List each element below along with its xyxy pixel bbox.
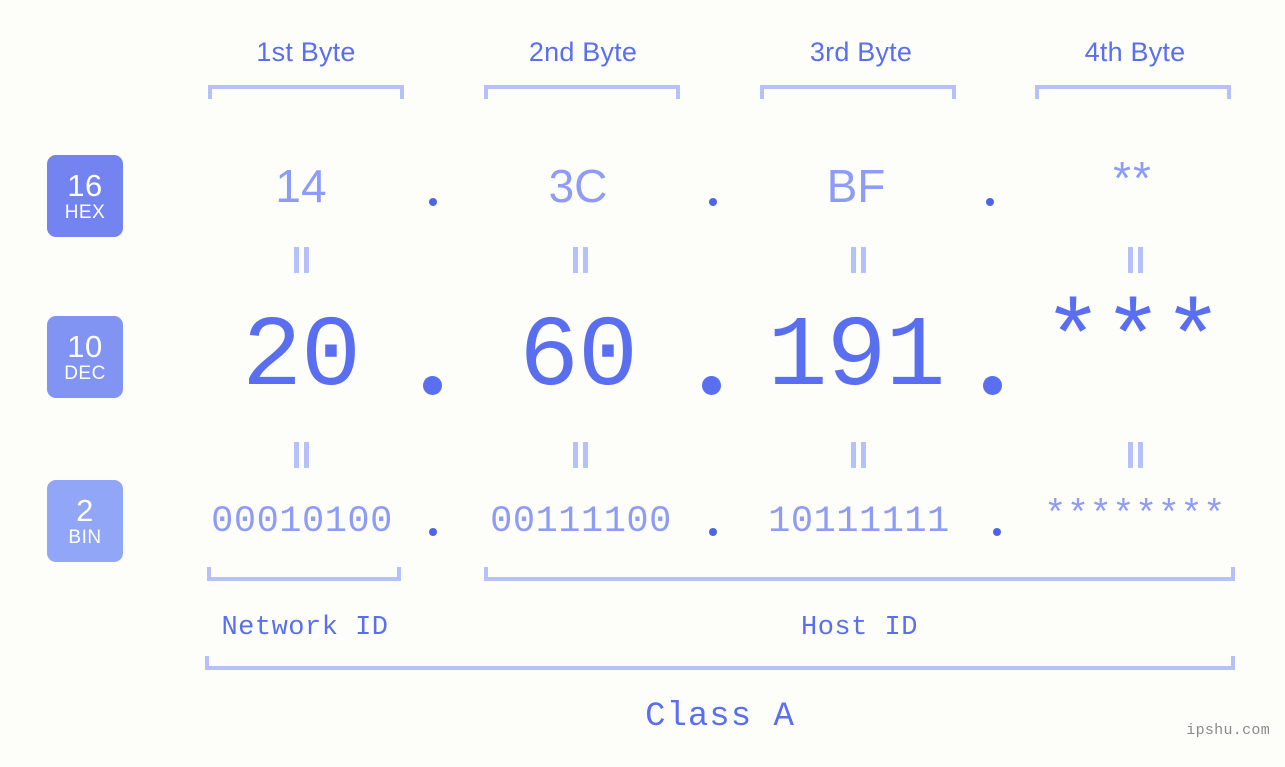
hex-byte-2: 3C [548,160,608,212]
hex-byte-4: ** [1113,152,1153,204]
bin-byte-4: ******** [1044,495,1226,537]
equals-mark-dec-bin-1 [294,442,309,468]
hex-separator-dot-3 [986,198,994,206]
bin-byte-1: 00010100 [211,501,393,543]
byte-header-1: 1st Byte [256,37,356,67]
base-badge-dec-name: DEC [64,363,106,384]
ip-address-breakdown-diagram: 1st Byte 2nd Byte 3rd Byte 4th Byte 16 H… [0,0,1285,767]
equals-mark-dec-bin-3 [851,442,866,468]
byte-bracket-top-3 [760,85,956,99]
base-badge-bin-name: BIN [68,527,102,548]
byte-bracket-top-2 [484,85,680,99]
class-label: Class A [645,698,795,736]
dec-byte-4: *** [1042,287,1224,400]
network-id-bracket [207,567,401,581]
dec-byte-1: 20 [241,302,361,415]
equals-mark-hex-dec-1 [294,247,309,273]
class-bracket [205,656,1235,670]
bin-separator-dot-3 [993,528,1001,536]
hex-byte-3: BF [826,160,886,212]
site-watermark: ipshu.com [1186,722,1270,739]
hex-separator-dot-2 [709,198,717,206]
dec-byte-2: 60 [518,302,638,415]
equals-mark-dec-bin-4 [1128,442,1143,468]
bin-separator-dot-2 [709,528,717,536]
bin-byte-2: 00111100 [490,501,672,543]
bin-separator-dot-1 [429,528,437,536]
host-id-label: Host ID [801,613,918,643]
hex-separator-dot-1 [429,198,437,206]
equals-mark-hex-dec-4 [1128,247,1143,273]
byte-bracket-top-4 [1035,85,1231,99]
network-id-label: Network ID [221,613,389,643]
byte-header-2: 2nd Byte [528,37,638,67]
base-badge-dec-number: 10 [67,329,103,364]
equals-mark-hex-dec-2 [573,247,588,273]
dec-byte-3: 191 [767,302,945,415]
hex-byte-1: 14 [275,160,327,212]
base-badge-bin-number: 2 [76,493,94,528]
dec-separator-dot-1 [423,376,442,395]
host-id-bracket [484,567,1235,581]
equals-mark-hex-dec-3 [851,247,866,273]
equals-mark-dec-bin-2 [573,442,588,468]
base-badge-hex-name: HEX [64,202,106,223]
byte-header-4: 4th Byte [1084,37,1186,67]
base-badge-dec[interactable]: 10 DEC [47,316,123,398]
dec-separator-dot-2 [702,376,721,395]
base-badge-bin[interactable]: 2 BIN [47,480,123,562]
base-badge-hex[interactable]: 16 HEX [47,155,123,237]
bin-byte-3: 10111111 [768,501,950,543]
byte-header-3: 3rd Byte [809,37,913,67]
dec-separator-dot-3 [983,376,1002,395]
base-badge-hex-number: 16 [67,168,103,203]
byte-bracket-top-1 [208,85,404,99]
